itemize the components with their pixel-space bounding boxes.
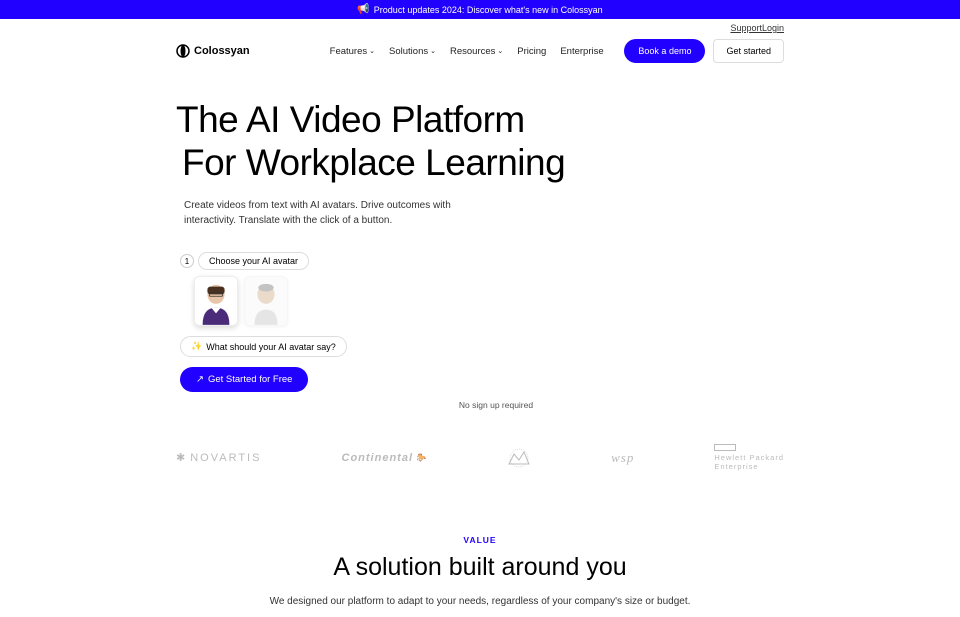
avatar-option-1[interactable]: [194, 276, 238, 326]
avatar-selector: 1 Choose your AI avatar: [180, 252, 320, 326]
logo-paramount: [507, 448, 531, 468]
step-label: Choose your AI avatar: [198, 252, 309, 270]
prompt-input[interactable]: ✨ What should your AI avatar say?: [180, 336, 347, 357]
top-links: Support Login: [0, 19, 960, 33]
nav-features[interactable]: Features⌄: [330, 46, 375, 57]
nav-pricing[interactable]: Pricing: [517, 46, 546, 57]
logo-wsp: wsp: [611, 450, 634, 466]
no-signup-note: No sign up required: [208, 400, 784, 410]
nav-enterprise[interactable]: Enterprise: [560, 46, 603, 57]
support-link[interactable]: Support: [730, 23, 762, 33]
value-section: VALUE A solution built around you We des…: [0, 505, 960, 617]
nav-solutions[interactable]: Solutions⌄: [389, 46, 436, 57]
avatar-option-2[interactable]: [244, 276, 288, 326]
value-label: VALUE: [0, 535, 960, 545]
book-demo-button[interactable]: Book a demo: [624, 39, 705, 63]
announcement-bar[interactable]: 📢 Product updates 2024: Discover what's …: [0, 0, 960, 19]
cta-row: ↗ Get Started for Free No sign up requir…: [180, 367, 784, 410]
hero-title: The AI Video Platform For Workplace Lear…: [176, 99, 784, 184]
chevron-down-icon: ⌄: [369, 47, 375, 55]
hero-section: The AI Video Platform For Workplace Lear…: [0, 69, 960, 410]
novartis-icon: ✱: [176, 451, 187, 464]
login-link[interactable]: Login: [762, 23, 784, 33]
logo-hpe: Hewlett Packard Enterprise: [714, 444, 784, 471]
nav-menu: Features⌄ Solutions⌄ Resources⌄ Pricing …: [330, 46, 604, 57]
value-description: We designed our platform to adapt to you…: [0, 596, 960, 607]
chevron-down-icon: ⌄: [497, 47, 503, 55]
get-started-button[interactable]: Get started: [713, 39, 784, 63]
prompt-row: ✨ What should your AI avatar say?: [180, 336, 784, 357]
hero-subtitle: Create videos from text with AI avatars.…: [184, 198, 464, 228]
get-started-free-button[interactable]: ↗ Get Started for Free: [180, 367, 308, 392]
external-link-icon: ↗: [196, 374, 204, 385]
nav-actions: Book a demo Get started: [624, 39, 784, 63]
sparkle-icon: ✨: [191, 341, 202, 352]
logo[interactable]: Colossyan: [176, 44, 250, 58]
nav-resources[interactable]: Resources⌄: [450, 46, 503, 57]
chevron-down-icon: ⌄: [430, 47, 436, 55]
client-logos: ✱ NOVARTIS Continental🐎 wsp Hewlett Pack…: [0, 410, 960, 505]
logo-icon: [176, 44, 190, 58]
logo-novartis: ✱ NOVARTIS: [176, 451, 261, 464]
megaphone-icon: 📢: [357, 4, 369, 15]
navbar: Colossyan Features⌄ Solutions⌄ Resources…: [0, 33, 960, 69]
step-number: 1: [180, 254, 194, 268]
logo-text: Colossyan: [194, 45, 250, 57]
logo-continental: Continental🐎: [342, 452, 427, 464]
announcement-text: Product updates 2024: Discover what's ne…: [374, 5, 603, 15]
value-title: A solution built around you: [0, 553, 960, 582]
